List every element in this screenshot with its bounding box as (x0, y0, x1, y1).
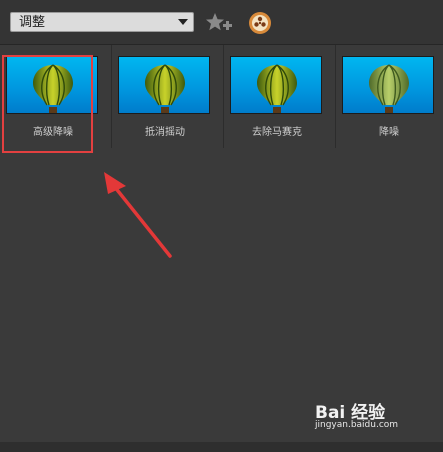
category-dropdown-value: 调整 (19, 15, 46, 30)
preset-tile-stabilize[interactable]: 抵消摇动 (112, 45, 224, 148)
toolbar: 调整 (0, 0, 443, 45)
annotation-arrow-icon (104, 172, 172, 258)
preset-label: 去除马赛克 (252, 127, 302, 138)
preset-tile-demosaic[interactable]: 去除马赛克 (224, 45, 336, 148)
preset-label: 抵消摇动 (145, 127, 185, 138)
balloon-icon (369, 64, 409, 113)
category-dropdown[interactable]: 调整 (10, 12, 194, 32)
balloon-icon (145, 64, 185, 113)
preset-tile-denoise[interactable]: 降噪 (336, 45, 443, 148)
preset-thumbnail[interactable] (118, 56, 210, 114)
balloon-icon (257, 64, 297, 113)
preset-thumbnail[interactable] (342, 56, 434, 114)
aperture-icon[interactable] (248, 11, 272, 35)
bottom-bar (0, 442, 443, 452)
preset-thumbnail[interactable] (230, 56, 322, 114)
chevron-down-icon[interactable] (178, 19, 188, 25)
selection-highlight (2, 55, 93, 153)
preset-label: 降噪 (379, 127, 399, 138)
watermark-url: jingyan.baidu.com (315, 420, 399, 430)
watermark: Bai 经验 jingyan.baidu.com (315, 398, 415, 438)
star-plus-icon[interactable] (205, 11, 235, 35)
